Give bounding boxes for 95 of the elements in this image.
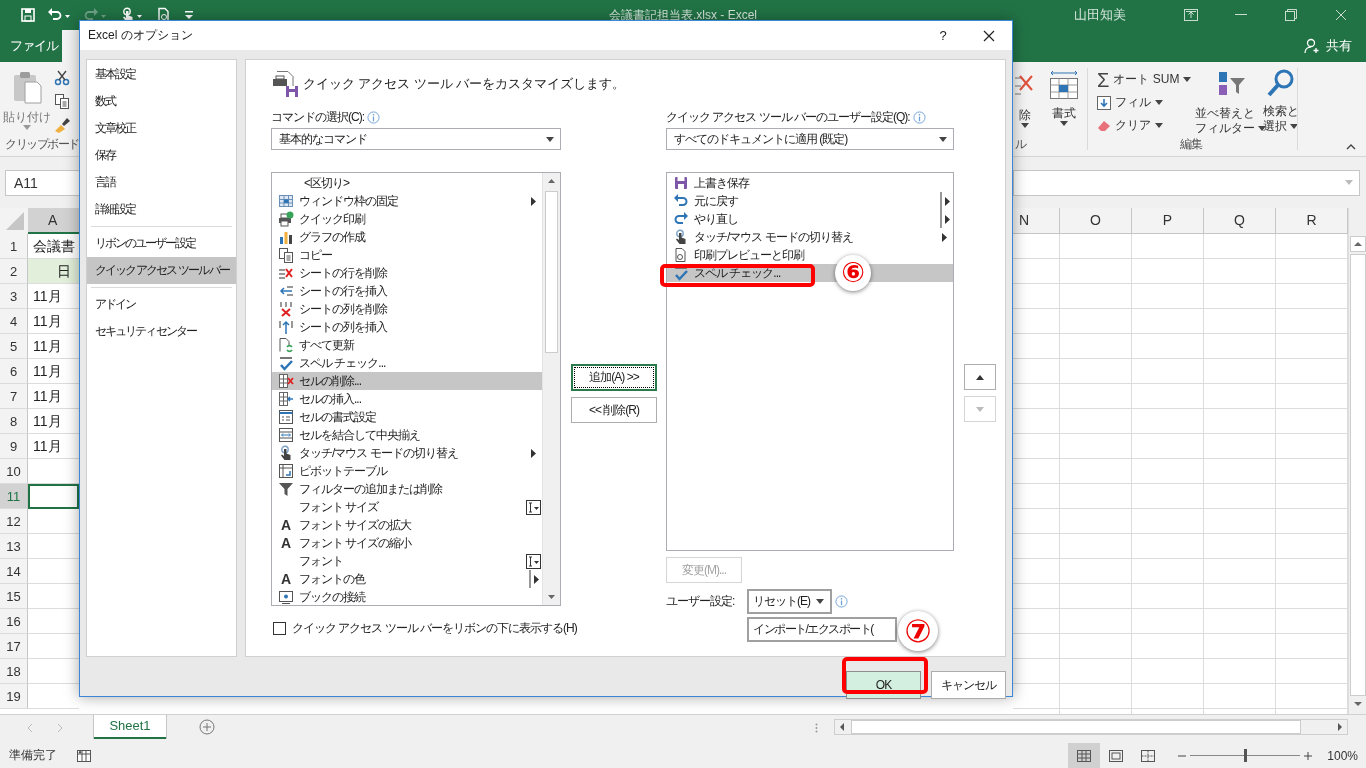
row-header[interactable]: 2 [0, 259, 28, 284]
row-header[interactable]: 9 [0, 434, 28, 459]
command-item[interactable]: 元に戻す [667, 192, 953, 210]
row-header[interactable]: 10 [0, 459, 28, 484]
window-title: 会議書記担当表.xlsx - Excel [609, 6, 757, 24]
category-item[interactable]: 数式 [87, 88, 236, 115]
zoom-level[interactable]: 100% [1327, 748, 1358, 763]
group-label: 編集 [1180, 137, 1201, 152]
category-item[interactable]: 文章校正 [87, 115, 236, 142]
column-header[interactable]: P [1132, 208, 1204, 234]
sheet-tab[interactable]: Sheet1 [94, 715, 166, 739]
font-icon: A [277, 535, 294, 551]
format-button[interactable]: 書式 [1047, 70, 1081, 126]
checkbox-label: クイック アクセス ツール バーをリボンの下に表示する(H) [292, 620, 577, 637]
field-label: コマンドの選択(C): [271, 110, 364, 124]
column-header[interactable]: R [1276, 208, 1348, 234]
command-item[interactable]: ブックの接続 [272, 588, 542, 606]
row-header[interactable]: 6 [0, 359, 28, 384]
fill-button[interactable]: フィル [1097, 91, 1192, 114]
category-item[interactable]: クイック アクセス ツール バー [87, 257, 236, 284]
column-header[interactable]: A [28, 208, 79, 234]
command-item[interactable]: シートの行を挿入 [272, 282, 542, 300]
command-item[interactable]: A フォントの色 [272, 570, 542, 588]
command-item[interactable]: A フォント サイズの拡大 [272, 516, 542, 534]
category-item[interactable]: 詳細設定 [87, 196, 236, 223]
command-item[interactable]: <区切り> [272, 174, 542, 192]
command-item[interactable]: A フォント サイズの縮小 [272, 534, 542, 552]
find-select-button[interactable]: 検索と 選択 [1263, 68, 1299, 134]
row-header[interactable]: 5 [0, 334, 28, 359]
ribbon-tab[interactable]: ファイル [0, 30, 62, 62]
command-item[interactable]: ウィンドウ枠の固定 [272, 192, 542, 210]
command-item[interactable]: クイック印刷 [272, 210, 542, 228]
command-item[interactable]: 上書き保存 [667, 174, 953, 192]
clear-button[interactable]: クリア [1097, 114, 1192, 137]
row-header[interactable]: 8 [0, 409, 28, 434]
status-text: 準備完了 [9, 747, 57, 764]
font-icon: A [277, 517, 294, 533]
cancel-button[interactable]: キャンセル [931, 671, 1006, 699]
column-header[interactable]: O [1060, 208, 1132, 234]
row-header[interactable]: 17 [0, 634, 28, 659]
command-item[interactable]: セルの挿入... [272, 390, 542, 408]
command-item[interactable]: すべて更新 [272, 336, 542, 354]
group-label: クリップボード [5, 137, 79, 152]
row-header[interactable]: 1 [0, 234, 28, 259]
command-item[interactable]: シートの列を挿入 [272, 318, 542, 336]
row-header[interactable]: 12 [0, 509, 28, 534]
command-item[interactable]: タッチ/マウス モードの切り替え [272, 444, 542, 462]
command-item[interactable]: フォント サイズ [272, 498, 542, 516]
autosum-button[interactable]: Σ オート SUM [1097, 68, 1192, 91]
command-item[interactable]: スペル チェック... [272, 354, 542, 372]
command-item[interactable]: やり直し [667, 210, 953, 228]
import-export-button[interactable]: インポート/エクスポート( [747, 617, 897, 642]
row-header[interactable]: 18 [0, 659, 28, 684]
command-item[interactable]: コピー [272, 246, 542, 264]
row-header[interactable]: 11 [0, 484, 28, 509]
table-cell[interactable]: 日 [28, 259, 79, 284]
row-header[interactable]: 13 [0, 534, 28, 559]
command-item[interactable]: セルの削除... [272, 372, 542, 390]
dialog-title: Excel のオプション [87, 27, 194, 44]
command-item[interactable]: グラフの作成 [272, 228, 542, 246]
reset-button[interactable]: リセット(E) [747, 588, 832, 614]
field-label: クイック アクセス ツール バーのユーザー設定(Q): [666, 110, 910, 124]
scope-dropdown[interactable]: すべてのドキュメントに適用 (既定) [666, 128, 954, 150]
remove-button[interactable]: << 削除(R) [571, 397, 657, 423]
command-item[interactable]: タッチ/マウス モードの切り替え [667, 228, 953, 246]
add-button[interactable]: 追加(A) >> [571, 364, 657, 391]
user-name: 山田知美 [1074, 6, 1126, 24]
category-item[interactable]: アドイン [87, 291, 236, 318]
command-item[interactable]: フィルターの追加または削除 [272, 480, 542, 498]
delete-button[interactable]: 除 [1013, 70, 1037, 128]
row-header[interactable]: 16 [0, 609, 28, 634]
group-label: ル [1015, 137, 1026, 152]
category-item[interactable]: 保存 [87, 142, 236, 169]
row-header[interactable]: 14 [0, 559, 28, 584]
command-item[interactable]: セルを結合して中央揃え [272, 426, 542, 444]
row-header[interactable]: 15 [0, 584, 28, 609]
category-item[interactable]: リボンのユーザー設定 [87, 230, 236, 257]
font-icon: A [277, 571, 294, 587]
command-item[interactable]: セルの書式設定 [272, 408, 542, 426]
column-header[interactable]: N [1013, 208, 1060, 234]
section-heading: クイック アクセス ツール バーをカスタマイズします。 [303, 75, 626, 93]
row-header[interactable]: 4 [0, 309, 28, 334]
row-header[interactable]: 19 [0, 684, 28, 709]
command-dropdown[interactable]: 基本的なコマンド [271, 128, 561, 150]
row-header[interactable]: 7 [0, 384, 28, 409]
column-header[interactable]: Q [1204, 208, 1276, 234]
command-item[interactable]: フォント [272, 552, 542, 570]
command-item[interactable]: シートの列を削除 [272, 300, 542, 318]
category-item[interactable]: 基本設定 [87, 61, 236, 88]
share-button[interactable]: 共有 [1304, 30, 1352, 62]
row-header[interactable]: 3 [0, 284, 28, 309]
command-item[interactable]: シートの行を削除 [272, 264, 542, 282]
field-label: ユーザー設定: [666, 592, 736, 610]
category-item[interactable]: セキュリティ センター [87, 318, 236, 345]
command-item[interactable]: ピボットテーブル [272, 462, 542, 480]
